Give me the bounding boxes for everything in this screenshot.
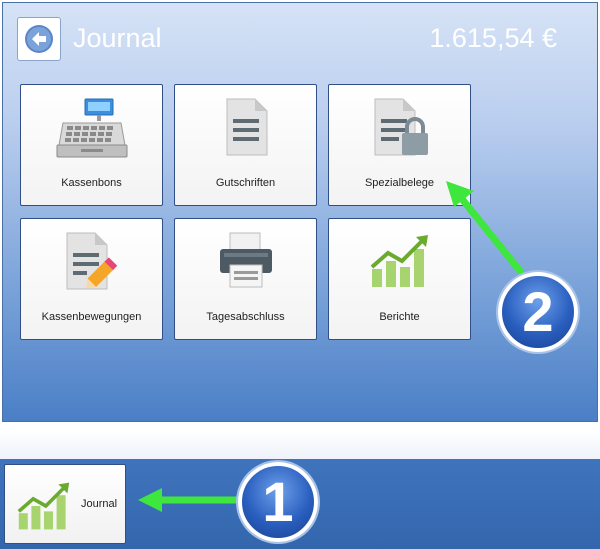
printer-icon bbox=[219, 232, 272, 288]
tile-label: Kassenbons bbox=[61, 177, 122, 189]
tile-kassenbewegungen[interactable]: Kassenbewegungen bbox=[20, 218, 163, 340]
back-button[interactable] bbox=[17, 17, 61, 61]
annotation-badge-1: 1 bbox=[238, 462, 318, 542]
annotation-badge-2: 2 bbox=[498, 272, 578, 352]
balance-amount: 1.615,54 € bbox=[429, 23, 557, 53]
taskbar-journal-label: Journal bbox=[81, 498, 118, 510]
back-arrow-icon bbox=[25, 25, 53, 53]
chart-trend-icon bbox=[17, 482, 70, 530]
tile-gutschriften[interactable]: Gutschriften bbox=[174, 84, 317, 206]
taskbar-journal-button[interactable]: Journal bbox=[4, 464, 126, 544]
tile-kassenbons[interactable]: Kassenbons bbox=[20, 84, 163, 206]
cash-register-icon bbox=[56, 98, 127, 158]
tile-label: Gutschriften bbox=[215, 177, 276, 189]
document-icon bbox=[226, 98, 267, 156]
annotation-arrow-2 bbox=[446, 181, 524, 275]
locked-document-icon bbox=[374, 98, 428, 156]
annotation-arrow-1 bbox=[138, 488, 244, 512]
tile-label: Berichte bbox=[379, 311, 420, 323]
divider-band bbox=[0, 430, 600, 460]
tile-label: Tagesabschluss bbox=[206, 311, 285, 323]
tile-tagesabschluss[interactable]: Tagesabschluss bbox=[174, 218, 317, 340]
document-edit-icon bbox=[66, 232, 117, 290]
chart-trend-icon bbox=[370, 235, 428, 287]
tile-label: Kassenbewegungen bbox=[41, 311, 142, 323]
page-title: Journal bbox=[73, 23, 162, 53]
